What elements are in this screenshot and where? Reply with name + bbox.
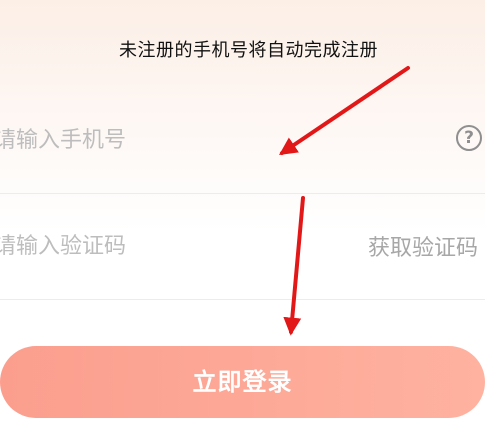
help-question-icon[interactable]: ? <box>456 125 482 151</box>
phone-row: ? <box>0 88 485 194</box>
verification-code-input[interactable] <box>0 229 294 263</box>
phone-input[interactable] <box>0 123 294 157</box>
code-row: 获取验证码 <box>0 194 485 300</box>
login-button[interactable]: 立即登录 <box>0 346 485 418</box>
get-code-button[interactable]: 获取验证码 <box>368 230 478 262</box>
register-hint: 未注册的手机号将自动完成注册 <box>119 40 378 61</box>
